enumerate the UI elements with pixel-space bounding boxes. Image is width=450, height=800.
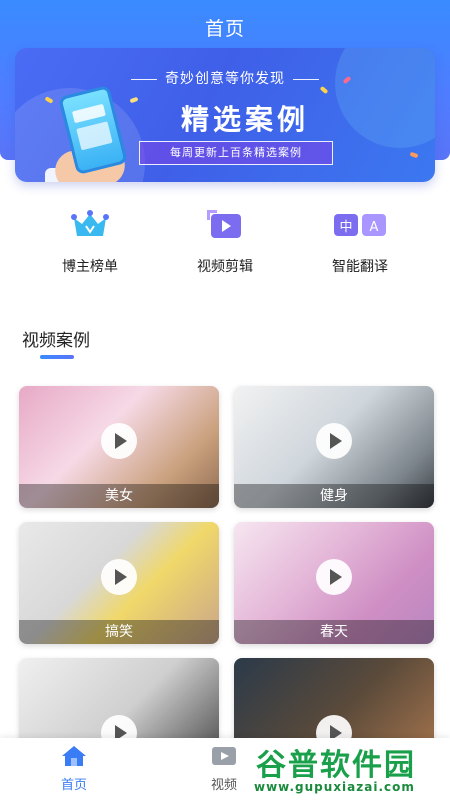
shortcut-video-edit[interactable]: 视频剪辑	[175, 208, 275, 276]
page-title: 首页	[204, 18, 245, 40]
watermark-title: 谷普软件园	[256, 748, 416, 783]
banner-headline: 精选案例	[180, 103, 309, 136]
video-caption: 春天	[234, 620, 434, 644]
play-icon[interactable]	[101, 423, 137, 459]
shortcut-blogger-ranking[interactable]: 博主榜单	[40, 208, 140, 276]
play-icon[interactable]	[316, 423, 352, 459]
featured-banner[interactable]: 奇妙创意等你发现 精选案例 每周更新上百条精选案例	[15, 48, 435, 182]
section-underline	[40, 355, 74, 359]
shortcut-translate[interactable]: 中 A 智能翻译	[310, 208, 410, 276]
video-card[interactable]: 春天	[234, 522, 434, 644]
video-card[interactable]: 健身	[234, 386, 434, 508]
nav-label: 首页	[60, 778, 87, 793]
shortcut-label: 视频剪辑	[197, 259, 253, 275]
video-caption: 健身	[234, 484, 434, 508]
play-icon[interactable]	[101, 559, 137, 595]
confetti-icon	[409, 151, 419, 159]
video-caption: 搞笑	[19, 620, 219, 644]
crown-icon	[70, 208, 110, 242]
play-icon[interactable]	[316, 559, 352, 595]
video-card[interactable]: 美女	[19, 386, 219, 508]
banner-subtitle-text: 奇妙创意等你发现	[165, 71, 285, 87]
video-card[interactable]: 搞笑	[19, 522, 219, 644]
svg-text:中: 中	[339, 220, 352, 235]
watermark: 谷普软件园 www.gupuxiazai.com	[244, 738, 444, 800]
shortcut-label: 智能翻译	[332, 259, 388, 275]
section-title: 视频案例	[22, 331, 90, 351]
video-icon	[210, 744, 238, 768]
watermark-url: www.gupuxiazai.com	[254, 780, 415, 794]
home-icon	[60, 744, 88, 768]
banner-tagline: 每周更新上百条精选案例	[139, 141, 333, 165]
video-caption: 美女	[19, 484, 219, 508]
shortcut-row: 博主榜单 视频剪辑 中 A 智能翻译	[0, 208, 450, 278]
shortcut-label: 博主榜单	[62, 259, 118, 275]
translate-icon: 中 A	[332, 208, 388, 242]
video-edit-icon	[205, 208, 245, 242]
svg-text:A: A	[370, 220, 379, 235]
banner-subtitle: 奇妙创意等你发现	[15, 68, 435, 88]
nav-item-home[interactable]: 首页	[34, 744, 114, 793]
